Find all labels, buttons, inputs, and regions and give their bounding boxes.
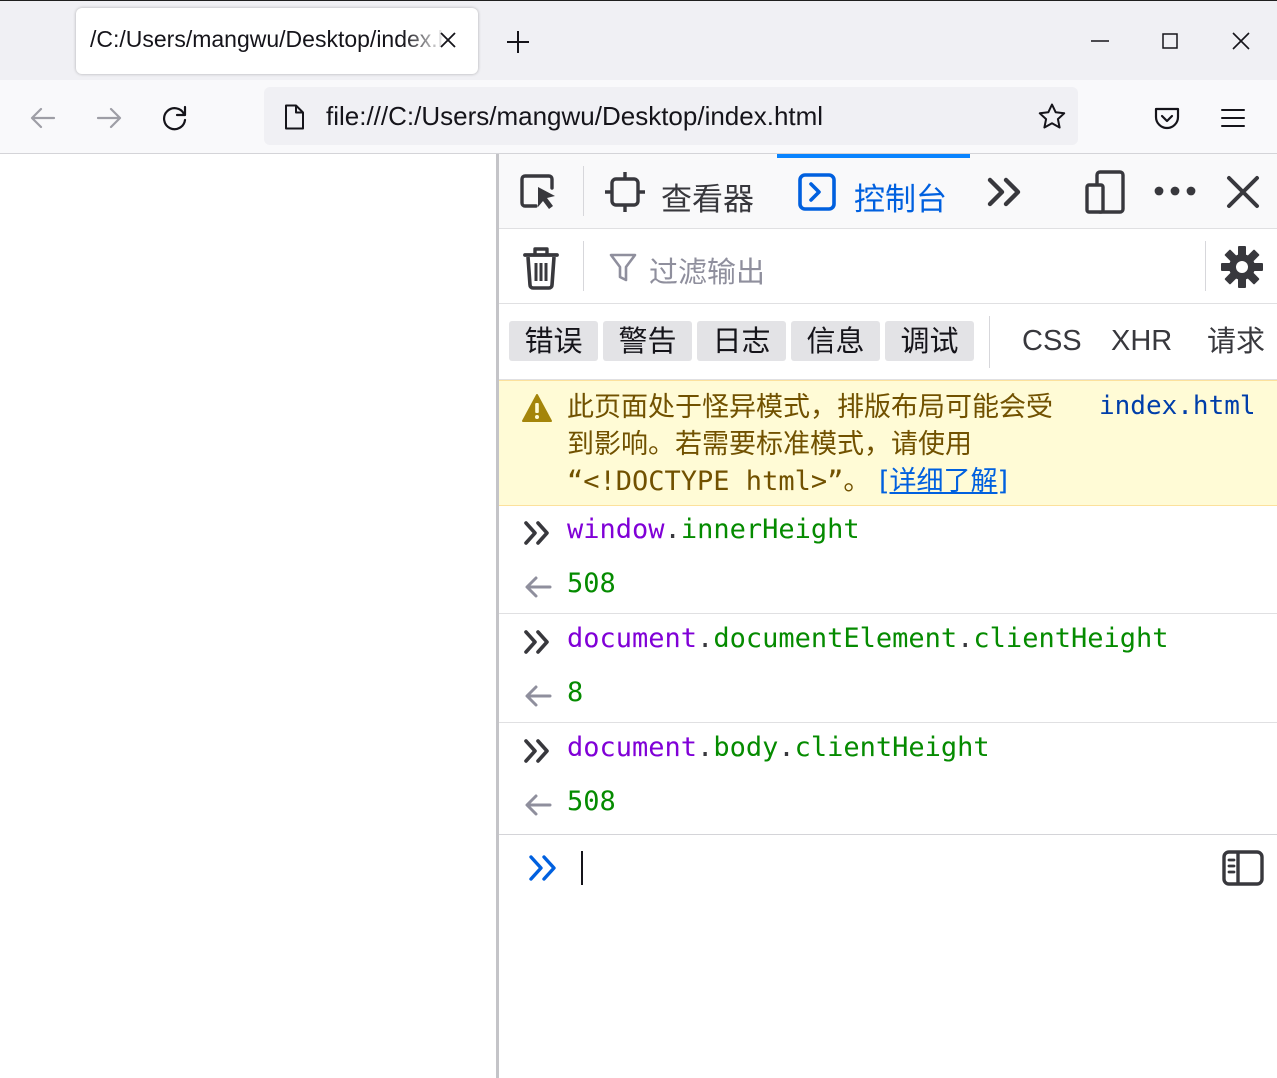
console-input-row: document.body.clientHeight xyxy=(499,724,1277,778)
filter-logs-button[interactable]: 日志 xyxy=(697,321,786,361)
code-token: . xyxy=(664,514,681,545)
input-chevron-icon xyxy=(524,521,549,545)
url-bar[interactable]: file:///C:/Users/mangwu/Desktop/index.ht… xyxy=(264,87,1078,145)
minimize-icon[interactable] xyxy=(1083,25,1117,59)
star-icon[interactable] xyxy=(1036,101,1068,133)
toolbar-separator xyxy=(989,316,990,368)
message-source-link[interactable]: index.html xyxy=(1099,391,1256,421)
code-token: document xyxy=(567,732,698,763)
toolbar-separator xyxy=(583,241,584,291)
arrow-right-icon[interactable] xyxy=(93,102,125,134)
console-icon xyxy=(798,173,836,211)
code-token: . xyxy=(778,732,795,763)
document-icon xyxy=(285,104,304,130)
result-arrow-icon xyxy=(525,576,552,598)
filter-icon xyxy=(609,253,637,282)
devtools-panel: 查看器 控制台 过滤输出 错误 警告 日志 信息 调试 CSS XHR 请求 此… xyxy=(499,154,1277,1078)
input-chevron-icon xyxy=(524,630,549,654)
double-chevron-icon[interactable] xyxy=(986,172,1026,212)
filter-errors-button[interactable]: 错误 xyxy=(509,321,598,361)
code-token: body xyxy=(713,732,779,763)
console-result-row: 508 xyxy=(499,778,1277,832)
devtools-toolbar: 查看器 控制台 xyxy=(499,154,1277,229)
url-text[interactable]: file:///C:/Users/mangwu/Desktop/index.ht… xyxy=(326,101,823,132)
hamburger-icon[interactable] xyxy=(1217,102,1249,134)
console-result-value: 8 xyxy=(567,677,584,708)
close-icon[interactable] xyxy=(1225,174,1261,210)
text-caret xyxy=(581,851,583,885)
sidebar-toggle-icon[interactable] xyxy=(1221,849,1265,887)
console-result-value: 508 xyxy=(567,786,616,817)
inspector-icon xyxy=(605,172,645,212)
tab-inspector-label: 查看器 xyxy=(661,182,754,218)
console-input-line[interactable] xyxy=(499,834,1277,1078)
plus-icon[interactable] xyxy=(504,28,532,56)
pocket-icon[interactable] xyxy=(1151,102,1183,134)
reload-icon[interactable] xyxy=(159,102,191,134)
arrow-left-icon[interactable] xyxy=(27,102,59,134)
console-result-value: 508 xyxy=(567,568,616,599)
gear-icon[interactable] xyxy=(1219,244,1265,290)
warning-message: 此页面处于怪异模式，排版布局可能会受到影响。若需要标准模式，请使用 xyxy=(567,392,1053,460)
code-token: . xyxy=(697,623,714,654)
code-token: document xyxy=(567,623,698,654)
tab-console-label: 控制台 xyxy=(854,182,947,218)
toolbar-separator xyxy=(583,166,584,216)
browser-tab[interactable]: /C:/Users/mangwu/Desktop/index.html xyxy=(76,8,478,74)
console-input-code[interactable]: window.innerHeight xyxy=(567,514,860,545)
console-result-row: 508 xyxy=(499,560,1277,614)
console-filter-bar: 过滤输出 xyxy=(499,229,1277,304)
code-token: clientHeight xyxy=(794,732,990,763)
prompt-chevron-icon xyxy=(529,855,556,881)
input-chevron-icon xyxy=(524,739,549,763)
filter-xhr-button[interactable]: XHR xyxy=(1111,321,1172,361)
maximize-icon[interactable] xyxy=(1153,25,1187,59)
tab-title: /C:/Users/mangwu/Desktop/index.html xyxy=(90,26,446,52)
console-input-row: window.innerHeight xyxy=(499,506,1277,560)
console-input-code[interactable]: document.body.clientHeight xyxy=(567,732,990,763)
warning-doctype: “<!DOCTYPE html>”。 xyxy=(567,466,871,497)
filter-info-button[interactable]: 信息 xyxy=(791,321,880,361)
result-arrow-icon xyxy=(525,685,552,707)
tab-strip: /C:/Users/mangwu/Desktop/index.html xyxy=(0,0,1277,80)
filter-warnings-button[interactable]: 警告 xyxy=(603,321,692,361)
ellipsis-icon[interactable] xyxy=(1153,180,1197,202)
learn-more-link[interactable]: [详细了解] xyxy=(879,466,1008,497)
toolbar-separator xyxy=(1205,241,1206,291)
code-token: innerHeight xyxy=(680,514,860,545)
filter-input[interactable]: 过滤输出 xyxy=(649,249,765,291)
navigation-bar: file:///C:/Users/mangwu/Desktop/index.ht… xyxy=(0,80,1277,154)
trash-icon[interactable] xyxy=(523,245,559,291)
code-token: window xyxy=(567,514,665,545)
console-input-code[interactable]: document.documentElement.clientHeight xyxy=(567,623,1169,654)
close-icon[interactable] xyxy=(436,28,460,52)
console-warning-message: 此页面处于怪异模式，排版布局可能会受到影响。若需要标准模式，请使用 “<!DOC… xyxy=(499,380,1277,506)
filter-requests-button[interactable]: 请求 xyxy=(1207,321,1265,361)
filter-debug-button[interactable]: 调试 xyxy=(885,321,974,361)
tab-inspector[interactable]: 查看器 xyxy=(603,154,761,229)
result-arrow-icon xyxy=(525,794,552,816)
code-token: clientHeight xyxy=(973,623,1169,654)
warning-icon xyxy=(522,394,552,422)
tab-console[interactable]: 控制台 xyxy=(777,154,970,229)
console-result-row: 8 xyxy=(499,669,1277,723)
code-token: documentElement xyxy=(713,623,958,654)
close-icon[interactable] xyxy=(1224,25,1258,59)
console-category-bar: 错误 警告 日志 信息 调试 CSS XHR 请求 xyxy=(499,304,1277,380)
code-token: . xyxy=(697,732,714,763)
code-token: . xyxy=(957,623,974,654)
warning-text: 此页面处于怪异模式，排版布局可能会受到影响。若需要标准模式，请使用 “<!DOC… xyxy=(567,389,1067,500)
console-input-row: document.documentElement.clientHeight xyxy=(499,615,1277,669)
element-picker-icon[interactable] xyxy=(517,170,561,214)
filter-css-button[interactable]: CSS xyxy=(1022,321,1082,361)
responsive-design-icon[interactable] xyxy=(1083,169,1127,215)
page-content xyxy=(0,154,497,1078)
